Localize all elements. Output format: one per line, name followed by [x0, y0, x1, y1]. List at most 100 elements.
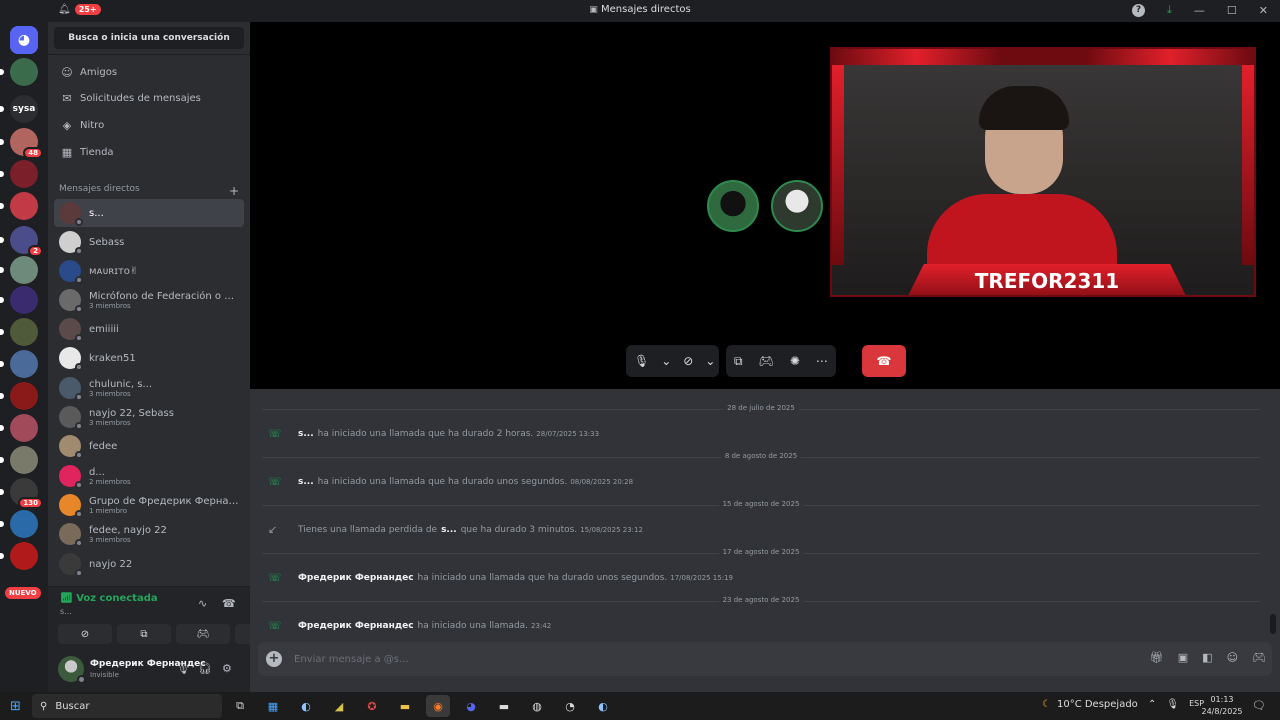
start-button[interactable]: ⊞ [10, 699, 21, 714]
nav-solicitudes[interactable]: ✉ Solicitudes de mensajes [54, 86, 244, 110]
server-icon[interactable] [0, 256, 38, 284]
dm-item[interactable]: kraken51 [54, 344, 244, 372]
dm-item[interactable]: nayjo 22, Sebass 3 miembros [54, 403, 244, 431]
message-author[interactable]: s... [298, 477, 314, 487]
noise-suppression-icon[interactable]: ∿ [198, 597, 207, 610]
gif-icon[interactable]: ▣ [1178, 651, 1188, 664]
nav-tienda[interactable]: ▦ Tienda [54, 140, 244, 164]
dm-item[interactable]: Sebass [54, 228, 244, 256]
unread-pill [0, 489, 4, 495]
server-icon[interactable] [0, 192, 38, 220]
upload-button[interactable]: + [266, 651, 282, 667]
gamepad-icon[interactable]: 🎮︎ [751, 354, 782, 368]
gear-icon[interactable]: ⚙ [222, 662, 232, 675]
emoji-icon[interactable]: ☺ [1227, 651, 1238, 664]
user-avatar[interactable] [58, 656, 86, 684]
clock[interactable]: 01:13 24/8/2025 [1200, 694, 1244, 718]
screen-share-icon[interactable]: ⧉ [726, 354, 751, 369]
server-icon[interactable]: 130 [0, 478, 43, 509]
close-button[interactable]: ✕ [1259, 4, 1268, 17]
activity-button[interactable]: 🎮︎ [176, 624, 230, 644]
disconnect-icon[interactable]: ☎ [222, 597, 236, 610]
dm-item[interactable]: fedee [54, 432, 244, 460]
store-icon[interactable]: ▦ [261, 695, 285, 717]
notification-center-icon[interactable]: 🗨︎ [1252, 699, 1266, 712]
message-author[interactable]: s... [441, 525, 457, 535]
app-icon[interactable]: ◢ [327, 695, 351, 717]
server-icon[interactable] [0, 350, 38, 378]
app-icon[interactable]: ◔ [558, 695, 582, 717]
mic-toggle-icon[interactable]: 🎙︎ [626, 354, 657, 368]
apps-icon[interactable]: 🎮︎ [1252, 651, 1266, 664]
4k-icon[interactable]: ◍ [525, 695, 549, 717]
steam-icon[interactable]: ◐ [591, 695, 615, 717]
server-icon[interactable] [0, 58, 38, 86]
dm-item[interactable]: nayjo 22 [54, 550, 244, 578]
server-icon[interactable] [0, 446, 38, 474]
server-icon[interactable] [0, 318, 38, 346]
app-icon[interactable]: ✪ [360, 695, 384, 717]
discord-icon[interactable]: ◕ [459, 695, 483, 717]
hang-up-button[interactable]: ☎ [862, 345, 906, 377]
camera-off-button[interactable]: ⊘ [58, 624, 112, 644]
taskbar-search[interactable]: ⚲ Buscar [32, 694, 222, 718]
minimize-button[interactable]: — [1194, 4, 1205, 17]
dm-item[interactable]: s... [54, 199, 244, 227]
gift-icon[interactable]: 🎁︎ [1150, 651, 1164, 664]
shop-icon: ▦ [61, 145, 73, 159]
dm-name: fedee [89, 440, 118, 452]
scrollbar[interactable] [1270, 614, 1276, 634]
dm-item[interactable]: chulunic, s... 3 miembros [54, 374, 244, 402]
firefox-icon[interactable]: ◉ [426, 695, 450, 717]
dm-item[interactable]: fedee, nayjo 22 3 miembros [54, 520, 244, 548]
server-icon[interactable]: 48 [0, 128, 43, 159]
create-dm-icon[interactable]: + [229, 184, 239, 198]
avatar [59, 260, 83, 284]
server-icon[interactable]: sysa [0, 95, 38, 123]
server-icon[interactable] [0, 414, 38, 442]
soundboard-icon[interactable]: ✺ [782, 354, 808, 368]
dm-item[interactable]: Grupo de Фредерик Фернан... 1 miembro [54, 491, 244, 519]
participant-avatar[interactable] [707, 180, 759, 232]
server-icon[interactable] [0, 160, 38, 188]
weather-widget[interactable]: ☾ 10°C Despejado [1042, 699, 1138, 710]
mic-icon[interactable]: 🎙︎ [176, 662, 190, 675]
task-view-icon[interactable]: ⧉ [228, 695, 252, 717]
nav-amigos[interactable]: ☺ Amigos [54, 60, 244, 84]
chevron-down-icon[interactable]: ⌄ [701, 354, 719, 368]
participant-avatar[interactable] [771, 180, 823, 232]
app-icon[interactable]: ▬ [492, 695, 516, 717]
screen-share-button[interactable]: ⧉ [117, 624, 171, 644]
voice-channel[interactable]: s... [60, 607, 72, 616]
camera-toggle-icon[interactable]: ⊘ [675, 354, 701, 368]
stream-video[interactable]: TREFOR2311 [830, 47, 1256, 297]
dm-item[interactable]: d... 2 miembros [54, 462, 244, 490]
help-icon[interactable]: ? [1132, 3, 1146, 17]
file-explorer-icon[interactable]: ▬ [393, 695, 417, 717]
message-author[interactable]: s... [298, 429, 314, 439]
mic-icon[interactable]: 🎙︎ [1166, 699, 1179, 710]
sticker-icon[interactable]: ◧ [1202, 651, 1212, 664]
maximize-button[interactable]: ☐ [1227, 4, 1237, 17]
find-conversation-button[interactable]: Busca o inicia una conversación [54, 27, 244, 49]
server-icon[interactable] [0, 286, 38, 314]
more-icon[interactable]: ⋯ [808, 354, 836, 368]
dm-item[interactable]: Micrófono de Federación o M... 3 miembros [54, 286, 244, 314]
server-icon[interactable]: 2 [0, 226, 43, 257]
chevron-up-icon[interactable]: ⌃ [1148, 699, 1156, 710]
download-icon[interactable]: ⤓ [1167, 3, 1172, 17]
server-icon[interactable]: ◕ [10, 26, 38, 54]
message-input[interactable] [294, 649, 994, 669]
new-badge: NUEVO [5, 587, 41, 599]
dm-item[interactable]: ᴍᴀᴜʀɪᴛᴏ✌ [54, 257, 244, 285]
server-icon[interactable] [0, 510, 38, 538]
dm-item[interactable]: emiiiii [54, 315, 244, 343]
message-author[interactable]: Фредерик Фернандес [298, 573, 414, 583]
chevron-down-icon[interactable]: ⌄ [657, 354, 675, 368]
headphones-icon[interactable]: 🎧︎ [198, 662, 212, 675]
server-icon[interactable] [0, 382, 38, 410]
nav-nitro[interactable]: ◈ Nitro [54, 113, 244, 137]
server-icon[interactable] [0, 542, 38, 570]
message-author[interactable]: Фредерик Фернандес [298, 621, 414, 631]
steam-icon[interactable]: ◐ [294, 695, 318, 717]
